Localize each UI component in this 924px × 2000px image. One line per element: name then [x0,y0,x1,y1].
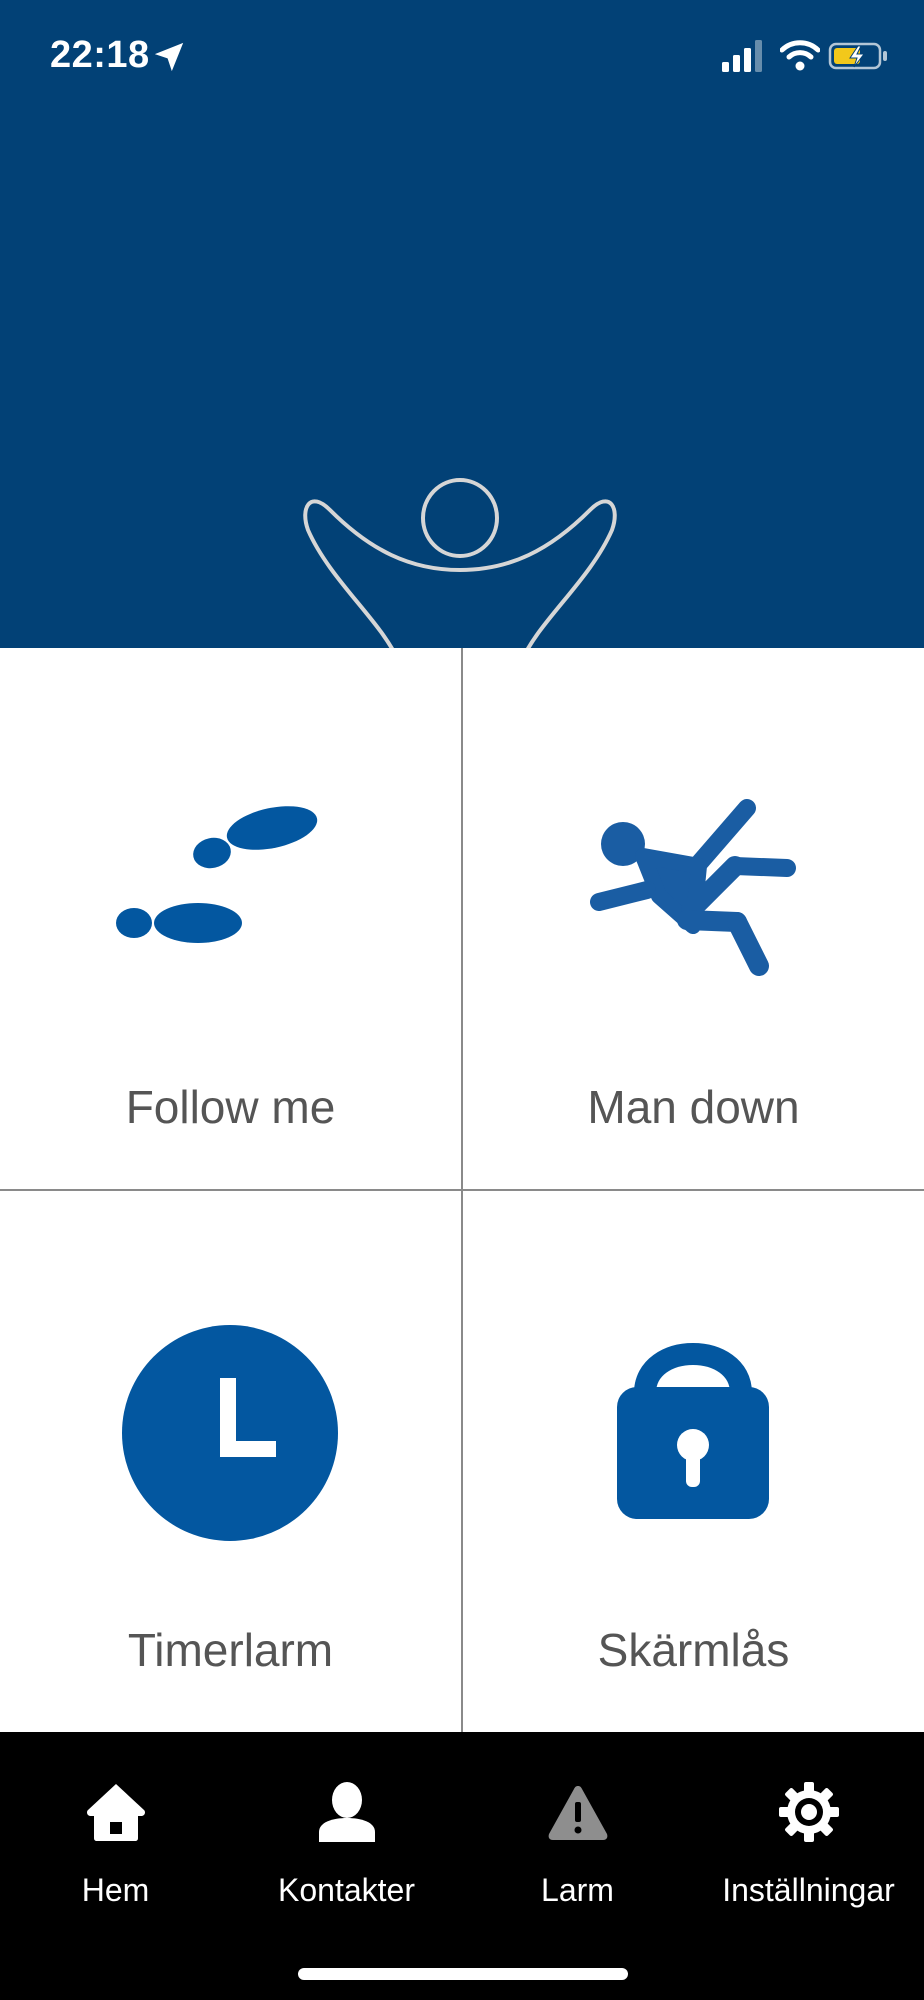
feature-grid: Follow me Man down Timerlarm Skärmlås [0,648,924,1732]
tab-label: Inställningar [722,1872,895,1908]
tile-follow-me[interactable]: Follow me [0,648,461,1189]
tab-label: Larm [541,1872,614,1908]
status-bar: 22:18 [0,0,924,112]
tab-kontakter[interactable]: Kontakter [231,1732,462,1932]
footsteps-icon [116,806,318,943]
tab-label: Kontakter [278,1872,415,1908]
bottom-tab-bar: Hem Kontakter Larm Inställningar [0,1732,924,2000]
warning-icon [548,1786,607,1840]
tab-hem[interactable]: Hem [0,1732,231,1932]
falling-person-icon [590,799,796,976]
home-indicator[interactable] [298,1968,628,1980]
tile-man-down[interactable]: Man down [463,648,924,1189]
cellular-signal-icon [722,40,762,72]
tile-label: Skärmlås [597,1624,790,1676]
location-arrow-icon [154,42,184,72]
tab-label: Hem [81,1872,150,1908]
tile-label: Follow me [125,1081,336,1133]
gear-icon [778,1782,839,1842]
tile-timerlarm[interactable]: Timerlarm [0,1191,461,1732]
clock-icon [122,1325,338,1541]
padlock-icon [617,1343,769,1519]
wifi-icon [780,40,820,71]
tile-label: Timerlarm [127,1624,334,1676]
battery-charging-icon [828,42,887,70]
header-banner: 22:18 [0,0,924,648]
person-raising-arms-illustration [303,478,617,648]
status-time: 22:18 [50,34,150,76]
tile-skarmlas[interactable]: Skärmlås [463,1191,924,1732]
tile-label: Man down [587,1081,800,1133]
tab-larm[interactable]: Larm [462,1732,693,1932]
person-icon [318,1782,375,1842]
tab-installningar[interactable]: Inställningar [693,1732,924,1932]
home-icon [86,1784,145,1841]
